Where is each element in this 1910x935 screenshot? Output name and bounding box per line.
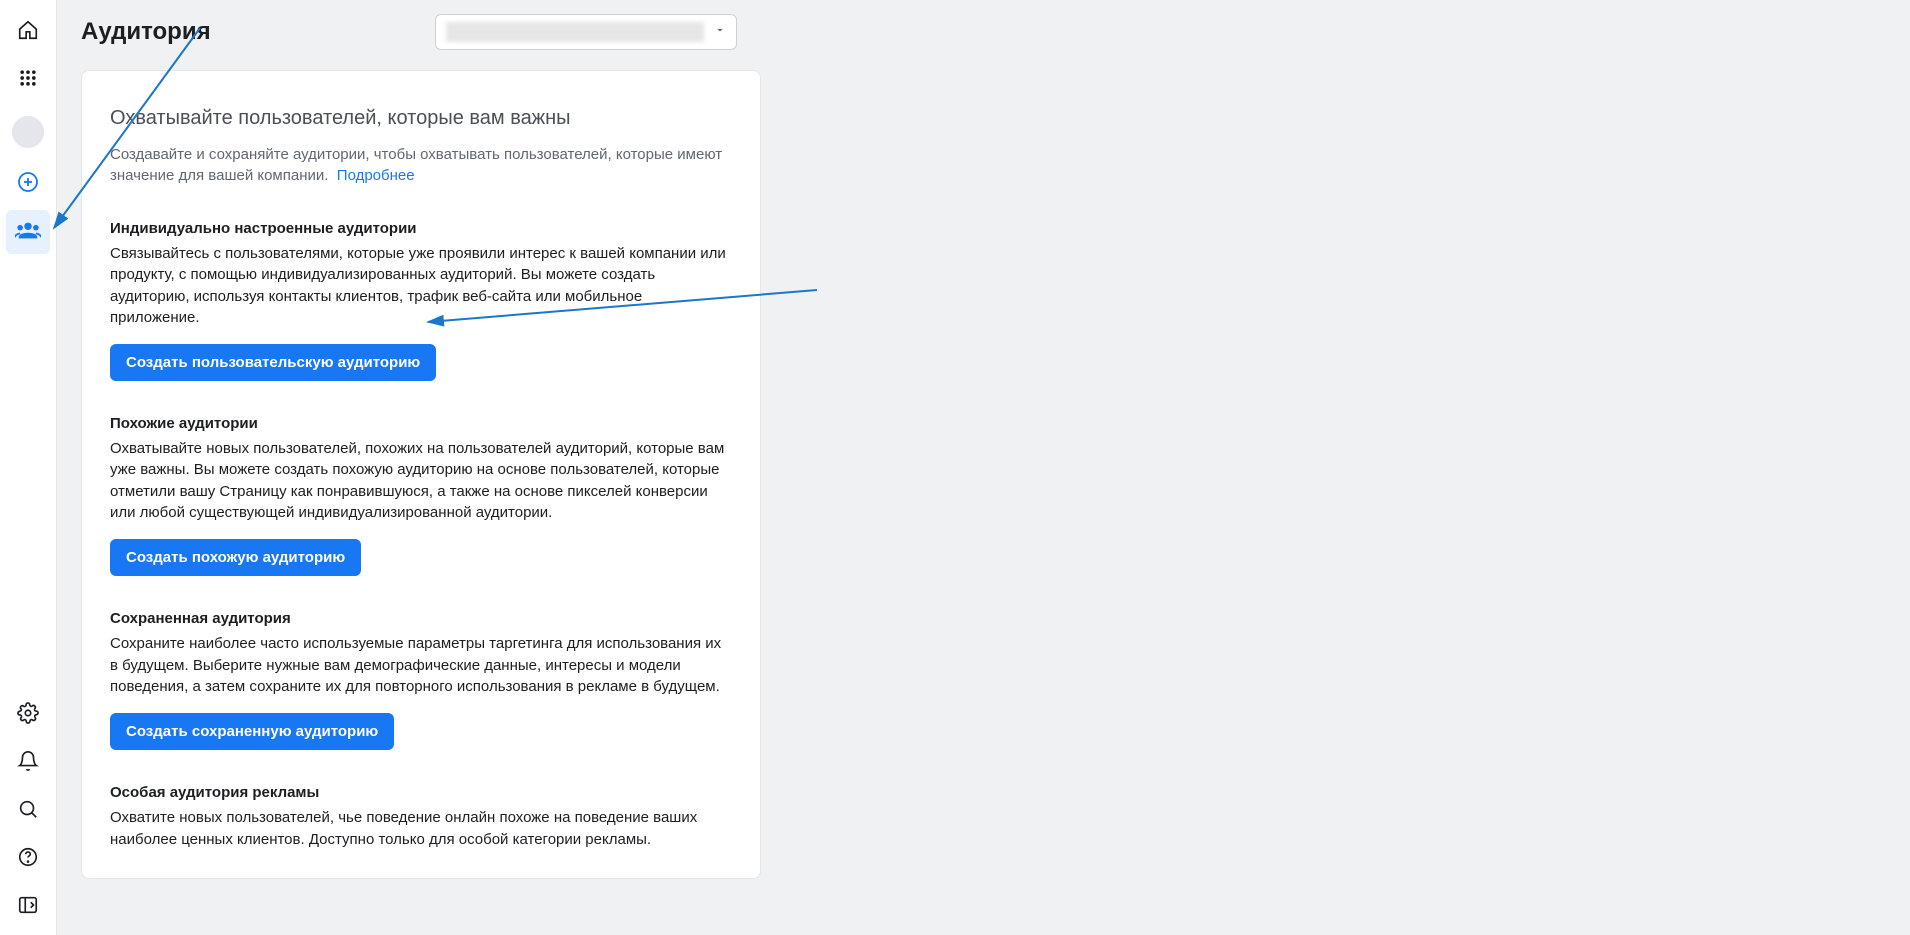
sidebar-help[interactable] — [6, 837, 50, 881]
apps-grid-icon — [18, 68, 38, 93]
section-text: Охватывайте новых пользователей, похожих… — [110, 438, 732, 523]
sidebar-collapse[interactable] — [6, 885, 50, 929]
account-redacted-value — [446, 22, 704, 42]
collapse-panel-icon — [17, 894, 39, 921]
section-text: Охватите новых пользователей, чье поведе… — [110, 807, 732, 850]
section-text: Сохраните наиболее часто используемые па… — [110, 633, 732, 697]
section-saved-audience: Сохраненная аудитория Сохраните наиболее… — [110, 610, 732, 750]
section-title: Похожие аудитории — [110, 415, 732, 432]
help-icon — [17, 846, 39, 873]
hero-title: Охватывайте пользователей, которые вам в… — [110, 107, 732, 130]
avatar-icon — [12, 116, 44, 148]
header: Аудитория — [81, 0, 1910, 70]
sidebar-settings[interactable] — [6, 693, 50, 737]
create-lookalike-audience-button[interactable]: Создать похожую аудиторию — [110, 539, 361, 576]
sidebar-audiences[interactable] — [6, 210, 50, 254]
account-dropdown[interactable] — [435, 14, 737, 50]
sidebar-top-group — [6, 10, 50, 254]
account-selector — [435, 14, 737, 50]
sidebar-bottom-group — [6, 693, 50, 929]
sidebar-home[interactable] — [6, 10, 50, 54]
create-saved-audience-button[interactable]: Создать сохраненную аудиторию — [110, 713, 394, 750]
content-area: Аудитория Охватывайте пользователей, кот… — [57, 0, 1910, 935]
audiences-card: Охватывайте пользователей, которые вам в… — [81, 70, 761, 879]
create-custom-audience-button[interactable]: Создать пользовательскую аудиторию — [110, 344, 436, 381]
page-title: Аудитория — [81, 18, 211, 46]
section-lookalike-audiences: Похожие аудитории Охватывайте новых поль… — [110, 415, 732, 576]
sidebar-notifications[interactable] — [6, 741, 50, 785]
section-title: Сохраненная аудитория — [110, 610, 732, 627]
home-icon — [17, 19, 39, 46]
section-title: Индивидуально настроенные аудитории — [110, 220, 732, 237]
notifications-bell-icon — [17, 750, 39, 777]
section-special-ad-audience: Особая аудитория рекламы Охватите новых … — [110, 784, 732, 850]
sidebar-apps[interactable] — [6, 58, 50, 102]
settings-gear-icon — [17, 702, 39, 729]
section-text: Связывайтесь с пользователями, которые у… — [110, 243, 732, 328]
search-icon — [17, 798, 39, 825]
sidebar — [0, 0, 57, 935]
hero-learn-more-link[interactable]: Подробнее — [337, 167, 415, 184]
hero-lead: Создавайте и сохраняйте аудитории, чтобы… — [110, 144, 732, 186]
sidebar-avatar[interactable] — [6, 110, 50, 154]
hero-lead-text: Создавайте и сохраняйте аудитории, чтобы… — [110, 146, 722, 184]
create-plus-icon — [16, 170, 40, 199]
sidebar-create[interactable] — [6, 162, 50, 206]
chevron-down-icon — [714, 23, 726, 41]
sidebar-search[interactable] — [6, 789, 50, 833]
audiences-icon — [15, 220, 41, 245]
section-title: Особая аудитория рекламы — [110, 784, 732, 801]
section-custom-audiences: Индивидуально настроенные аудитории Связ… — [110, 220, 732, 381]
